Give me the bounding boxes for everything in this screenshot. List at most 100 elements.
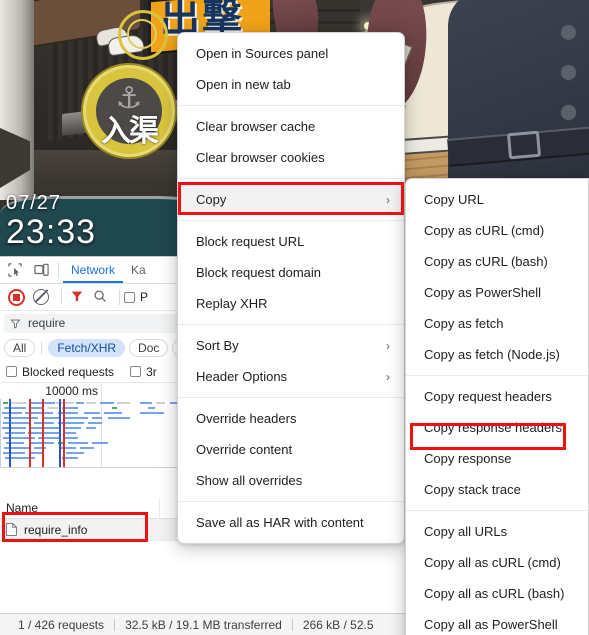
- menu-item-open-in-sources-panel[interactable]: Open in Sources panel: [178, 38, 404, 69]
- game-dock-emblem[interactable]: ⚓ 入渠: [77, 59, 181, 163]
- menu-item-copy-all-urls[interactable]: Copy all URLs: [406, 516, 588, 547]
- menu-item-copy-request-headers[interactable]: Copy request headers: [406, 381, 588, 412]
- copy-submenu[interactable]: Copy URL Copy as cURL (cmd) Copy as cURL…: [405, 178, 589, 635]
- menu-item-label: Copy as fetch: [424, 316, 504, 331]
- menu-separator: [178, 397, 404, 398]
- menu-item-copy-as-fetch[interactable]: Copy as fetch: [406, 308, 588, 339]
- toolbar-separator: [58, 262, 59, 278]
- checkbox-box: [124, 291, 135, 303]
- record-button-icon[interactable]: [8, 288, 25, 306]
- blocked-requests-label: Blocked requests: [22, 364, 115, 379]
- device-toolbar-icon[interactable]: [28, 258, 54, 282]
- menu-item-show-all-overrides[interactable]: Show all overrides: [178, 465, 404, 496]
- filter-funnel-small-icon: [10, 318, 21, 329]
- menu-item-sort-by[interactable]: Sort By ›: [178, 330, 404, 361]
- menu-item-label: Show all overrides: [196, 473, 303, 488]
- tab-network[interactable]: Network: [63, 257, 124, 283]
- inspect-element-icon[interactable]: [2, 258, 28, 282]
- preserve-log-checkbox[interactable]: P: [124, 290, 148, 304]
- menu-item-label: Save all as HAR with content: [196, 515, 364, 530]
- menu-item-label: Copy as fetch (Node.js): [424, 347, 560, 362]
- menu-item-label: Copy stack trace: [424, 482, 521, 497]
- menu-item-label: Header Options: [196, 369, 288, 384]
- menu-separator: [406, 510, 588, 511]
- menu-item-label: Copy response headers: [424, 420, 563, 435]
- menu-item-copy-as-fetch-nodejs[interactable]: Copy as fetch (Node.js): [406, 339, 588, 370]
- menu-item-copy-as-curl-cmd[interactable]: Copy as cURL (cmd): [406, 215, 588, 246]
- menu-item-save-all-as-har[interactable]: Save all as HAR with content: [178, 507, 404, 538]
- status-requests: 1 / 426 requests: [18, 617, 105, 632]
- menu-item-copy-all-as-curl-cmd[interactable]: Copy all as cURL (cmd): [406, 547, 588, 578]
- menu-item-label: Open in Sources panel: [196, 46, 329, 61]
- uniform-button-2: [560, 64, 577, 81]
- filter-funnel-icon[interactable]: [70, 289, 84, 306]
- status-resources: 266 kB / 52.5: [302, 617, 374, 632]
- clear-network-log-icon[interactable]: [33, 289, 49, 305]
- menu-item-label: Clear browser cache: [196, 119, 316, 134]
- menu-item-label: Block request URL: [196, 234, 305, 249]
- game-clock-date: 07/27: [6, 192, 62, 214]
- third-party-checkbox[interactable]: 3r: [130, 365, 157, 379]
- menu-item-label: Copy all URLs: [424, 524, 508, 539]
- menu-item-open-in-new-tab[interactable]: Open in new tab: [178, 69, 404, 100]
- type-filter-doc[interactable]: Doc: [129, 339, 169, 357]
- chevron-right-icon: ›: [386, 192, 390, 207]
- menu-item-copy-response-headers[interactable]: Copy response headers: [406, 412, 588, 443]
- network-context-menu[interactable]: Open in Sources panel Open in new tab Cl…: [177, 32, 405, 544]
- menu-item-label: Override headers: [196, 411, 297, 426]
- menu-item-clear-browser-cache[interactable]: Clear browser cache: [178, 111, 404, 142]
- menu-item-label: Copy request headers: [424, 389, 552, 404]
- timeline-tick-label: 10000 ms: [45, 384, 98, 398]
- checkbox-box: [6, 366, 17, 377]
- type-filter-all[interactable]: All: [4, 339, 36, 357]
- menu-separator: [178, 220, 404, 221]
- menu-item-label: Copy URL: [424, 192, 484, 207]
- search-icon[interactable]: [93, 289, 107, 306]
- menu-item-clear-browser-cookies[interactable]: Clear browser cookies: [178, 142, 404, 173]
- menu-item-label: Copy response: [424, 451, 512, 466]
- menu-separator: [178, 501, 404, 502]
- menu-item-label: Copy as cURL (bash): [424, 254, 548, 269]
- menu-item-override-content[interactable]: Override content: [178, 434, 404, 465]
- menu-item-copy-url[interactable]: Copy URL: [406, 184, 588, 215]
- menu-item-label: Sort By: [196, 338, 239, 353]
- menu-item-label: Override content: [196, 442, 293, 457]
- menu-item-copy-as-powershell[interactable]: Copy as PowerShell: [406, 277, 588, 308]
- menu-item-label: Copy all as PowerShell: [424, 617, 558, 632]
- column-header-name[interactable]: Name: [0, 498, 160, 518]
- menu-separator: [178, 324, 404, 325]
- uniform-button-3: [560, 104, 577, 121]
- third-party-label: 3r: [146, 364, 157, 379]
- tab-ka[interactable]: Ka: [123, 257, 154, 283]
- menu-item-header-options[interactable]: Header Options ›: [178, 361, 404, 392]
- chevron-right-icon: ›: [386, 338, 390, 353]
- menu-item-label: Copy all as cURL (cmd): [424, 555, 561, 570]
- menu-item-copy-stack-trace[interactable]: Copy stack trace: [406, 474, 588, 505]
- menu-item-copy-as-curl-bash[interactable]: Copy as cURL (bash): [406, 246, 588, 277]
- menu-item-replay-xhr[interactable]: Replay XHR: [178, 288, 404, 319]
- menu-item-copy-response[interactable]: Copy response: [406, 443, 588, 474]
- game-gear-small-inner: [127, 19, 157, 49]
- chip-separator: [41, 341, 43, 355]
- checkbox-box: [130, 366, 142, 377]
- preserve-log-label: P: [140, 290, 149, 304]
- menu-item-copy-all-as-curl-bash[interactable]: Copy all as cURL (bash): [406, 578, 588, 609]
- menu-item-override-headers[interactable]: Override headers: [178, 403, 404, 434]
- blocked-requests-checkbox[interactable]: Blocked requests: [6, 365, 114, 379]
- menu-separator: [178, 105, 404, 106]
- menu-item-block-request-domain[interactable]: Block request domain: [178, 257, 404, 288]
- menu-item-copy[interactable]: Copy ›: [178, 184, 404, 215]
- game-clock: 07/27 23:33: [6, 192, 96, 250]
- menu-item-block-request-url[interactable]: Block request URL: [178, 226, 404, 257]
- toolbar-separator-3: [119, 289, 120, 305]
- menu-item-label: Clear browser cookies: [196, 150, 325, 165]
- menu-item-label: Copy all as cURL (bash): [424, 586, 565, 601]
- character-belt-buckle: [506, 130, 542, 160]
- uniform-button-1: [560, 24, 577, 41]
- screenshot-root: 出撃 編成 ⚓ 入渠: [0, 0, 589, 635]
- menu-item-label: Copy as cURL (cmd): [424, 223, 545, 238]
- type-filter-fetch-xhr[interactable]: Fetch/XHR: [48, 339, 126, 357]
- menu-item-copy-all-as-powershell[interactable]: Copy all as PowerShell: [406, 609, 588, 635]
- game-clock-time: 23:33: [6, 213, 97, 251]
- document-icon: [6, 523, 17, 536]
